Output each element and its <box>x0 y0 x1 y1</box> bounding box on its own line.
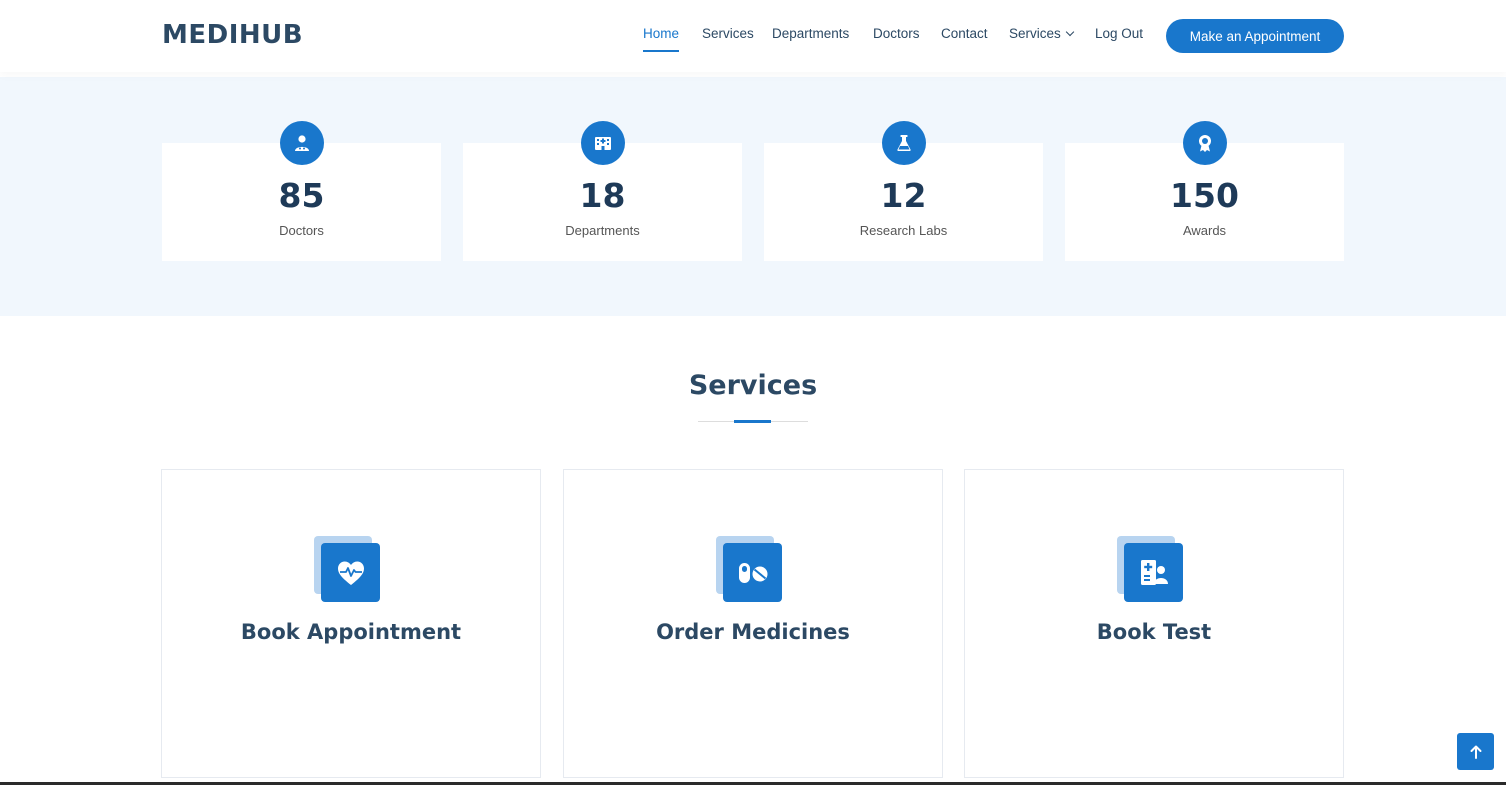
stat-card-doctors: 85 Doctors <box>162 121 441 261</box>
nav-doctors[interactable]: Doctors <box>873 26 920 41</box>
nav-services-dropdown-label: Services <box>1009 26 1061 41</box>
heart-pulse-icon <box>321 543 380 602</box>
service-card-book-test[interactable]: Book Test <box>964 469 1344 778</box>
nav-contact[interactable]: Contact <box>941 26 988 41</box>
nav-home[interactable]: Home <box>643 26 680 52</box>
service-card-order-medicines[interactable]: Order Medicines <box>563 469 943 778</box>
service-title: Book Test <box>1096 620 1212 644</box>
title-divider-accent <box>734 420 771 423</box>
service-title: Order Medicines <box>656 620 850 644</box>
doctor-icon <box>280 121 324 165</box>
service-icon-wrap <box>1117 536 1185 604</box>
medical-report-icon <box>1124 543 1183 602</box>
site-header: MEDIHUB Home Services Departments Doctor… <box>0 0 1506 72</box>
stat-label: Awards <box>1182 223 1227 238</box>
service-card-book-appointment[interactable]: Book Appointment <box>161 469 541 778</box>
nav-departments[interactable]: Departments <box>772 26 849 41</box>
nav-logout[interactable]: Log Out <box>1095 26 1143 41</box>
hospital-icon <box>581 121 625 165</box>
section-title: Services <box>688 370 818 401</box>
nav-services[interactable]: Services <box>702 26 754 41</box>
stat-value: 150 <box>1170 176 1239 215</box>
stat-value: 12 <box>880 176 927 215</box>
stat-value: 18 <box>579 176 626 215</box>
flask-icon <box>882 121 926 165</box>
stat-label: Research Labs <box>859 223 948 238</box>
stat-card-research-labs: 12 Research Labs <box>764 121 1043 261</box>
service-title: Book Appointment <box>240 620 462 644</box>
stat-label: Departments <box>565 223 640 238</box>
service-icon-wrap <box>716 536 784 604</box>
capsule-pill-icon <box>723 543 782 602</box>
chevron-down-icon <box>1065 27 1075 37</box>
stat-label: Doctors <box>279 223 324 238</box>
service-icon-wrap <box>314 536 382 604</box>
stat-card-departments: 18 Departments <box>463 121 742 261</box>
make-appointment-button[interactable]: Make an Appointment <box>1166 19 1344 53</box>
nav-services-dropdown[interactable]: Services <box>1009 26 1075 41</box>
arrow-up-icon <box>1470 745 1481 759</box>
stat-card-awards: 150 Awards <box>1065 121 1344 261</box>
stat-value: 85 <box>278 176 325 215</box>
award-icon <box>1183 121 1227 165</box>
back-to-top-button[interactable] <box>1457 733 1494 770</box>
